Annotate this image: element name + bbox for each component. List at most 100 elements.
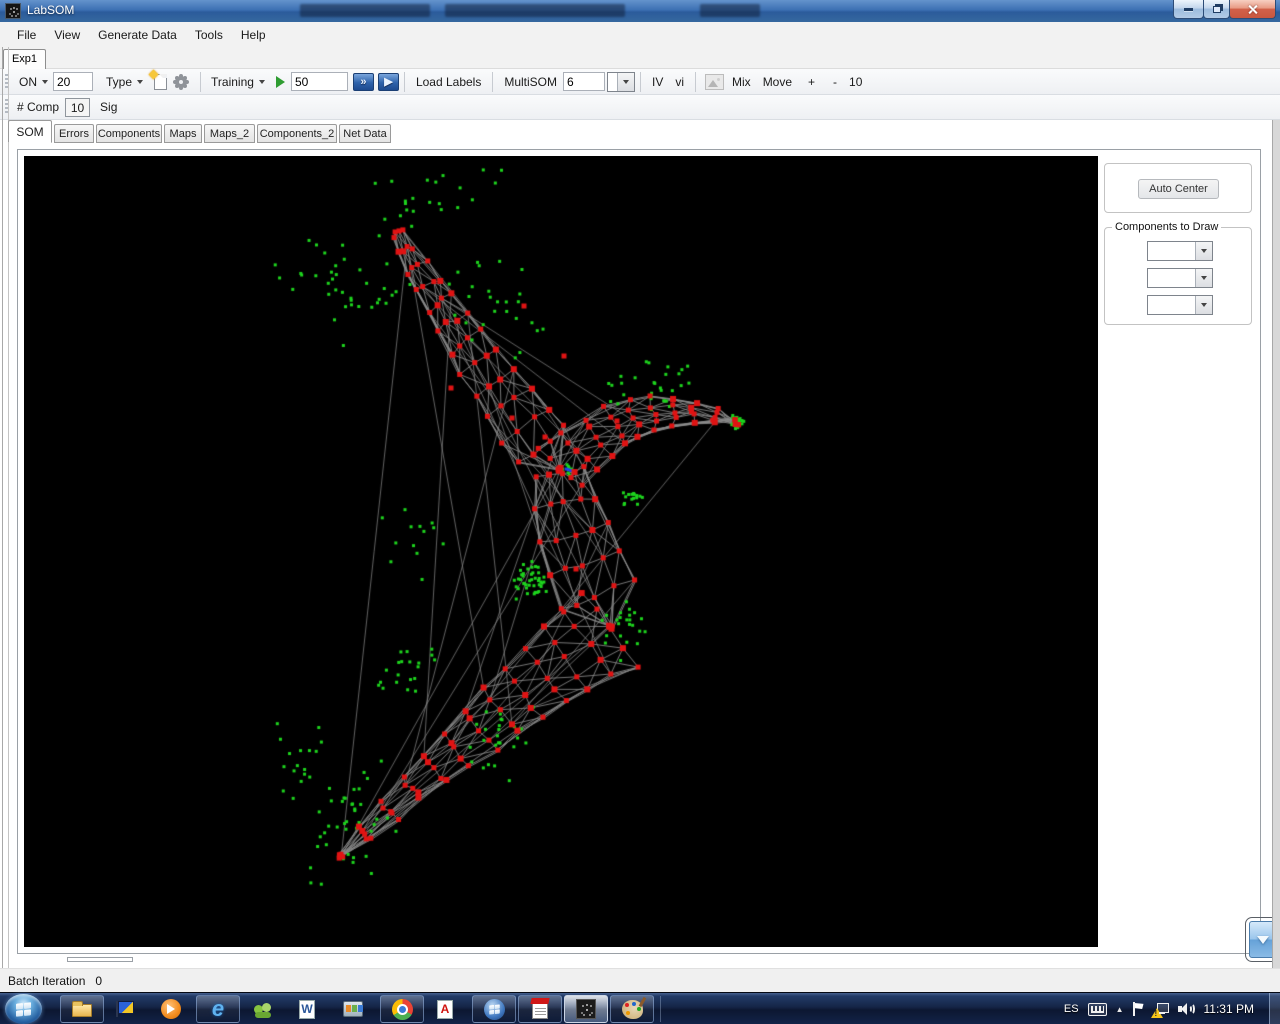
gear-icon[interactable] (175, 75, 188, 88)
fast-forward-button[interactable]: » (352, 72, 374, 91)
window-border-fill-right (1273, 120, 1280, 968)
menu-generate-data[interactable]: Generate Data (89, 25, 186, 45)
iterations-input[interactable] (290, 72, 348, 91)
network-warning-icon[interactable] (1150, 1002, 1169, 1018)
window-border-left (2, 47, 3, 968)
volume-icon[interactable] (1177, 1002, 1195, 1016)
taskbar-labsom-button[interactable] (564, 995, 608, 1023)
combo-dropdown-button[interactable] (1195, 269, 1212, 287)
tab-components[interactable]: Components (96, 124, 162, 143)
close-button[interactable] (1229, 0, 1276, 19)
keyboard-icon[interactable] (1087, 1002, 1107, 1016)
menu-tools[interactable]: Tools (186, 25, 232, 45)
new-file-icon[interactable] (148, 69, 168, 90)
batch-iteration-label: Batch Iteration (8, 973, 86, 988)
on-value-input[interactable] (53, 72, 93, 91)
menu-view[interactable]: View (45, 25, 89, 45)
menu-help[interactable]: Help (232, 25, 275, 45)
tab-som[interactable]: SOM (8, 120, 52, 143)
tab-maps[interactable]: Maps (164, 124, 202, 143)
taskbar-notes-button[interactable] (518, 995, 562, 1023)
acrobat-icon: A (437, 999, 453, 1019)
clock[interactable]: 11:31 PM (1204, 1002, 1254, 1016)
multisom-input[interactable] (563, 72, 605, 91)
taskbar-separator (660, 996, 661, 1022)
taskbar-word-button[interactable]: W (292, 995, 322, 1023)
view-tabstrip: SOM Errors Components Maps Maps_2 Compon… (0, 120, 1280, 143)
chrome-icon (391, 998, 413, 1020)
flag-app-icon (116, 1001, 134, 1017)
component-dropdown-3[interactable] (1147, 295, 1213, 315)
image-button-disabled[interactable] (705, 73, 725, 90)
taskbar-remote-desktop-button[interactable] (338, 995, 368, 1023)
mix-button[interactable]: Mix (726, 73, 757, 91)
close-icon (1247, 4, 1258, 15)
chevron-down-icon (137, 79, 144, 84)
chevron-down-icon (258, 79, 265, 84)
combo-dropdown-button[interactable] (617, 72, 634, 91)
params-toolbar: # Comp 10 Sig (0, 95, 1280, 120)
taskbar: e W A ES ▲ 11:31 PM (0, 992, 1280, 1024)
tab-components-2[interactable]: Components_2 (257, 124, 337, 143)
component-dropdown-1[interactable] (1147, 241, 1213, 261)
horizontal-scrollbar-stub[interactable] (67, 957, 133, 962)
minimize-button[interactable] (1173, 0, 1204, 19)
warning-triangle-icon (1150, 1007, 1163, 1018)
toolbar-separator (695, 71, 697, 92)
action-center-flag-icon[interactable] (1132, 1002, 1145, 1016)
taskbar-messenger-button[interactable] (110, 995, 140, 1023)
language-indicator[interactable]: ES (1064, 1003, 1079, 1015)
tab-net-data[interactable]: Net Data (339, 124, 391, 143)
on-dropdown-button[interactable]: ON (14, 73, 53, 91)
iv-button[interactable]: IV (646, 73, 669, 91)
multisom-label: MultiSOM (504, 74, 557, 89)
windows-logo-icon (16, 1001, 31, 1017)
tab-errors[interactable]: Errors (54, 124, 94, 143)
show-desktop-button[interactable] (1269, 993, 1280, 1024)
taskbar-contacts-button[interactable] (248, 995, 278, 1023)
palette-icon (621, 999, 643, 1019)
auto-center-button[interactable]: Auto Center (1138, 179, 1219, 199)
hidden-icons-arrow[interactable]: ▲ (1116, 1005, 1124, 1014)
taskbar-paint-button[interactable] (610, 995, 654, 1023)
zoom-out-button[interactable]: - (827, 73, 843, 91)
orange-play-icon (161, 999, 181, 1019)
taskbar-media-center-button[interactable] (472, 995, 516, 1023)
tab-exp1[interactable]: Exp1 (3, 49, 46, 69)
restore-button[interactable] (1203, 0, 1230, 19)
start-button[interactable] (5, 994, 42, 1024)
move-button[interactable]: Move (757, 73, 798, 91)
multisom-combobox[interactable] (607, 71, 635, 92)
components-to-draw-panel: Components to Draw (1104, 221, 1252, 325)
tab-maps-2[interactable]: Maps_2 (204, 124, 255, 143)
taskbar-acrobat-button[interactable]: A (430, 995, 460, 1023)
training-dropdown-button[interactable]: Training (206, 73, 270, 91)
load-labels-button[interactable]: Load Labels (410, 73, 487, 91)
comp-value-box[interactable]: 10 (65, 97, 91, 117)
sig-label[interactable]: Sig (100, 100, 117, 114)
combo-dropdown-button[interactable] (1195, 242, 1212, 260)
zoom-in-button[interactable]: + (802, 73, 821, 91)
app-icon (5, 3, 21, 19)
component-dropdown-2[interactable] (1147, 268, 1213, 288)
taskbar-chrome-button[interactable] (380, 995, 424, 1023)
toolbar-separator (492, 71, 494, 92)
move-step-value: 10 (849, 74, 863, 89)
taskbar-explorer-button[interactable] (60, 995, 104, 1023)
window-controls (1173, 0, 1276, 19)
step-run-button[interactable]: ▶ (377, 72, 399, 91)
taskbar-media-player-button[interactable] (156, 995, 186, 1023)
taskbar-internet-explorer-button[interactable]: e (196, 995, 240, 1023)
folder-icon (72, 1001, 92, 1017)
word-icon: W (299, 999, 315, 1019)
som-canvas[interactable] (24, 156, 1098, 947)
play-icon[interactable] (275, 75, 285, 88)
menu-file[interactable]: File (8, 25, 45, 45)
type-dropdown-button[interactable]: Type (101, 73, 148, 91)
combo-dropdown-button[interactable] (1195, 296, 1212, 314)
red-notebook-icon (532, 999, 548, 1019)
vi-button[interactable]: vi (669, 73, 690, 91)
status-bar: Batch Iteration 0 (0, 968, 1280, 992)
components-to-draw-label: Components to Draw (1112, 221, 1222, 233)
labsom-window: LabSOM File View Generate Data Tools Hel… (0, 0, 1280, 1024)
